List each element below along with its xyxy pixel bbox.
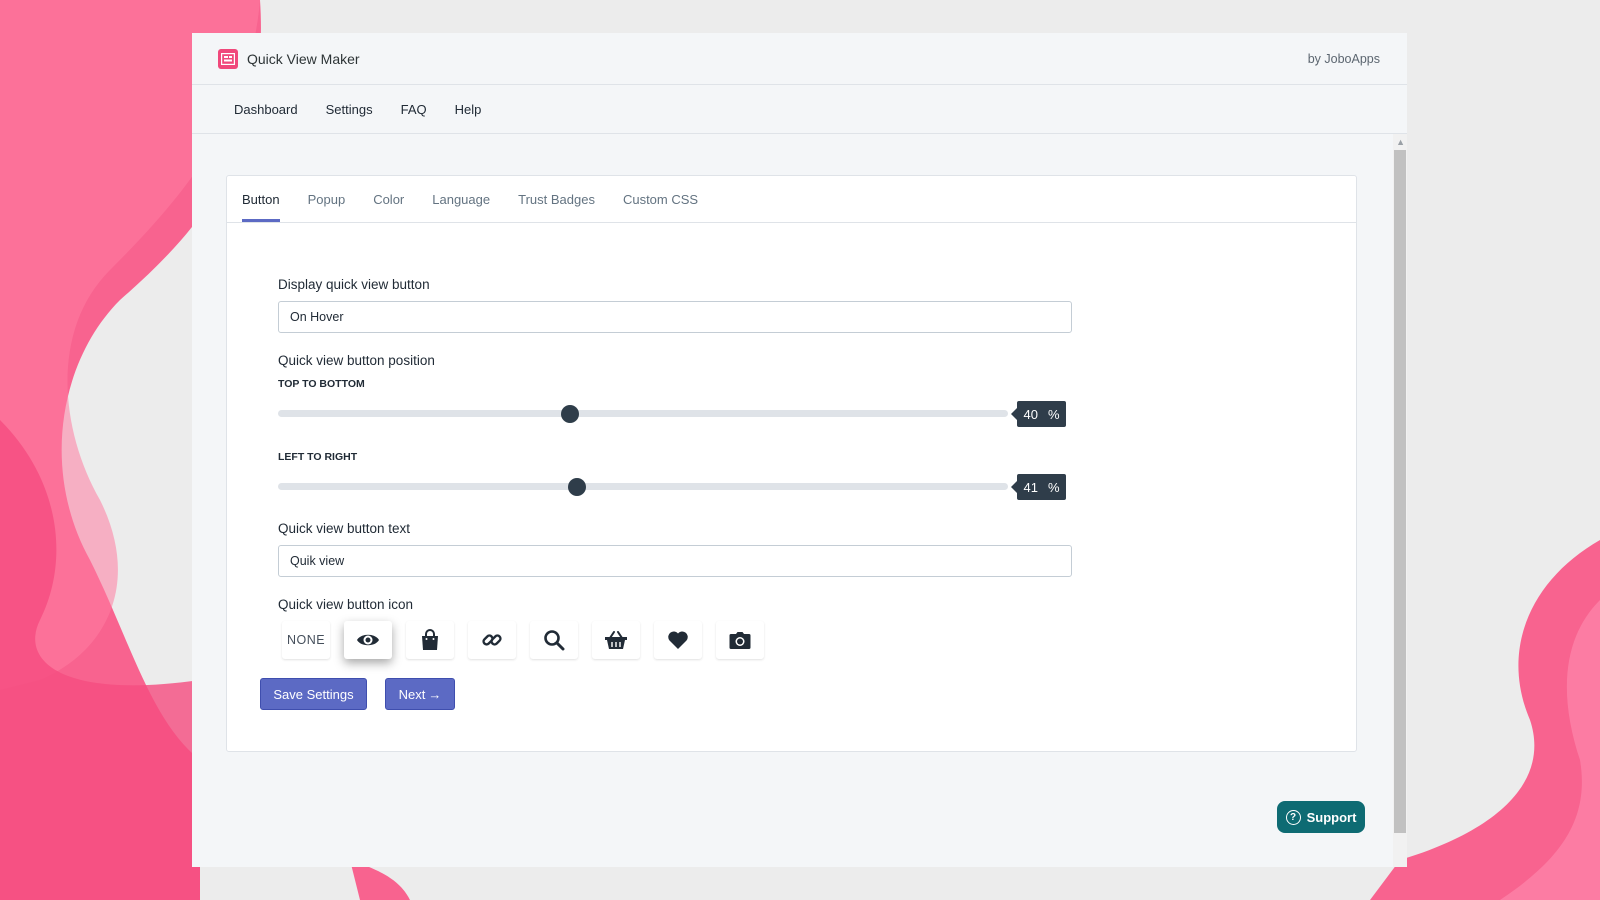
slider-value-badge: 40 % xyxy=(1011,401,1066,427)
tab-custom-css[interactable]: Custom CSS xyxy=(623,176,698,222)
link-icon[interactable] xyxy=(468,621,516,659)
form-actions: Save Settings Next → xyxy=(260,678,455,710)
tab-language[interactable]: Language xyxy=(432,176,490,222)
shopping-bag-icon[interactable] xyxy=(406,621,454,659)
display-select[interactable]: On Hover xyxy=(278,301,1072,333)
button-settings-form: Display quick view button On Hover Quick… xyxy=(278,277,1072,659)
settings-card: Button Popup Color Language Trust Badges… xyxy=(226,175,1357,752)
left-to-right-slider[interactable]: 41 % xyxy=(278,472,1072,502)
menu-help[interactable]: Help xyxy=(455,102,482,117)
tab-button[interactable]: Button xyxy=(242,176,280,222)
save-settings-button[interactable]: Save Settings xyxy=(260,678,367,710)
search-icon[interactable] xyxy=(530,621,578,659)
tab-color[interactable]: Color xyxy=(373,176,404,222)
app-title: Quick View Maker xyxy=(247,50,360,67)
tab-trust-badges[interactable]: Trust Badges xyxy=(518,176,595,222)
button-icon-label: Quick view button icon xyxy=(278,597,414,612)
next-label: Next xyxy=(398,686,426,702)
camera-icon[interactable] xyxy=(716,621,764,659)
left-to-right-label: LEFT TO RIGHT xyxy=(278,451,358,463)
eye-icon[interactable] xyxy=(344,621,392,659)
top-bar: Quick View Maker by JoboApps xyxy=(192,33,1407,85)
icon-picker: NONE xyxy=(282,621,1072,659)
slider-unit: % xyxy=(1047,406,1060,422)
button-text-label: Quick view button text xyxy=(278,521,411,536)
help-circle-icon: ? xyxy=(1285,809,1301,825)
byline: by JoboApps xyxy=(1307,51,1380,66)
main-menu: Dashboard Settings FAQ Help xyxy=(192,85,1407,134)
app-logo-icon xyxy=(218,48,238,69)
menu-dashboard[interactable]: Dashboard xyxy=(234,102,298,117)
support-button[interactable]: ? Support xyxy=(1277,801,1365,833)
slider-unit: % xyxy=(1047,479,1060,495)
slider-handle[interactable] xyxy=(561,405,579,423)
slider-handle[interactable] xyxy=(568,478,587,496)
menu-settings[interactable]: Settings xyxy=(326,102,373,117)
next-button[interactable]: Next → xyxy=(385,678,455,710)
slider-track[interactable] xyxy=(278,410,1008,417)
support-label: Support xyxy=(1306,809,1357,825)
basket-icon[interactable] xyxy=(592,621,640,659)
scroll-up-arrow-icon[interactable]: ▲ xyxy=(1396,137,1405,147)
icon-option-none[interactable]: NONE xyxy=(282,621,330,659)
slider-value: 41 xyxy=(1023,479,1038,495)
slider-value-badge: 41 % xyxy=(1011,474,1066,500)
menu-faq[interactable]: FAQ xyxy=(401,102,427,117)
arrow-right-icon: → xyxy=(428,686,442,702)
brand: Quick View Maker xyxy=(218,48,360,69)
top-to-bottom-slider[interactable]: 40 % xyxy=(278,399,1072,429)
button-text-input[interactable]: Quik view xyxy=(278,545,1072,577)
heart-icon[interactable] xyxy=(654,621,702,659)
settings-tabs: Button Popup Color Language Trust Badges… xyxy=(227,176,1356,223)
tab-popup[interactable]: Popup xyxy=(308,176,346,222)
position-label: Quick view button position xyxy=(278,353,435,368)
display-label: Display quick view button xyxy=(278,277,430,292)
scrollbar-thumb[interactable] xyxy=(1394,150,1406,833)
slider-track[interactable] xyxy=(278,483,1008,490)
app-window: Quick View Maker by JoboApps Dashboard S… xyxy=(192,33,1407,867)
slider-value: 40 xyxy=(1023,406,1038,422)
top-to-bottom-label: TOP TO BOTTOM xyxy=(278,378,365,390)
